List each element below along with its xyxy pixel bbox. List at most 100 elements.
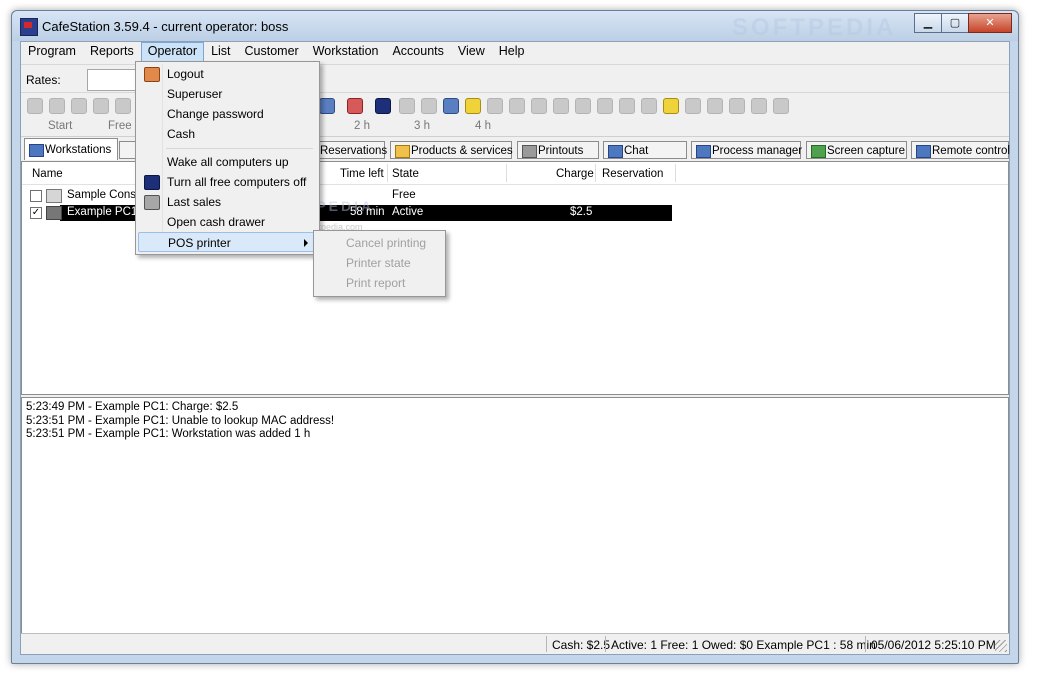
- menu-change-password[interactable]: Change password: [138, 104, 315, 124]
- clock-icon[interactable]: [71, 98, 87, 114]
- magic-wand-icon[interactable]: [663, 98, 679, 114]
- resize-grip[interactable]: [995, 640, 1007, 652]
- chart-icon[interactable]: [751, 98, 767, 114]
- search-icon[interactable]: [575, 98, 591, 114]
- log-entry: 5:23:51 PM - Example PC1: Unable to look…: [26, 414, 335, 427]
- camera-icon: [811, 145, 826, 158]
- window-icon[interactable]: [641, 98, 657, 114]
- menu-accounts[interactable]: Accounts: [385, 42, 450, 62]
- receipt-icon[interactable]: [399, 98, 415, 114]
- computer-off-icon[interactable]: [375, 98, 391, 114]
- menu-item-label: Last sales: [167, 195, 222, 209]
- tab-label: Products & services: [411, 145, 513, 157]
- user-icon[interactable]: [49, 98, 65, 114]
- column-reservation[interactable]: Reservation: [602, 168, 663, 180]
- toolbar-label-4h[interactable]: 4 h: [475, 120, 491, 132]
- toolbar-label-3h[interactable]: 3 h: [414, 120, 430, 132]
- wrench-icon[interactable]: [115, 98, 131, 114]
- pencil-icon[interactable]: [487, 98, 503, 114]
- toolbar-label-start[interactable]: Start: [48, 120, 72, 132]
- alarm-icon[interactable]: [553, 98, 569, 114]
- document-icon[interactable]: [93, 98, 109, 114]
- tab-label: Screen capture: [827, 145, 905, 157]
- minimize-button[interactable]: ▁: [914, 13, 942, 33]
- menu-turn-off-free[interactable]: Turn all free computers off: [138, 172, 315, 192]
- computer-off-icon: [144, 175, 160, 190]
- app-icon[interactable]: [20, 18, 38, 36]
- column-separator[interactable]: [506, 164, 507, 182]
- menu-cash[interactable]: Cash: [138, 124, 315, 144]
- tab-products-services[interactable]: Products & services: [390, 141, 513, 159]
- menu-pos-printer[interactable]: POS printer: [138, 232, 315, 252]
- menu-item-label: Wake all computers up: [167, 155, 289, 169]
- title-bar[interactable]: CafeStation 3.59.4 - current operator: b…: [12, 11, 1018, 41]
- tab-label: Process manager: [712, 145, 803, 157]
- refresh-icon[interactable]: [509, 98, 525, 114]
- column-charge[interactable]: Charge: [556, 168, 594, 180]
- tab-process-manager[interactable]: Process manager: [691, 141, 803, 159]
- menu-list[interactable]: List: [204, 42, 237, 62]
- tab-label: Reservations: [320, 145, 388, 157]
- folder-icon[interactable]: [465, 98, 481, 114]
- menu-customer[interactable]: Customer: [238, 42, 306, 62]
- power-icon[interactable]: [27, 98, 43, 114]
- column-separator[interactable]: [675, 164, 676, 182]
- rates-select[interactable]: [87, 69, 139, 91]
- menu-last-sales[interactable]: Last sales: [138, 192, 315, 212]
- users-icon[interactable]: [597, 98, 613, 114]
- row-checkbox[interactable]: [30, 190, 42, 202]
- calendar-icon[interactable]: [319, 98, 335, 114]
- watermark-title: SOFTPEDIA: [732, 14, 897, 41]
- menu-workstation[interactable]: Workstation: [306, 42, 386, 62]
- group-icon[interactable]: [773, 98, 789, 114]
- cubes-icon[interactable]: [347, 98, 363, 114]
- server-icon[interactable]: [729, 98, 745, 114]
- column-name[interactable]: Name: [32, 168, 63, 180]
- column-separator[interactable]: [387, 164, 388, 182]
- toolbar-label-free[interactable]: Free: [108, 120, 132, 132]
- menu-superuser[interactable]: Superuser: [138, 84, 315, 104]
- log-entry: 5:23:51 PM - Example PC1: Workstation wa…: [26, 428, 311, 440]
- menu-bar: Program Reports Operator List Customer W…: [21, 42, 1009, 63]
- chat-icon: [608, 145, 623, 158]
- computer-icon: [46, 206, 62, 220]
- log-entry: 5:23:49 PM - Example PC1: Charge: $2.5: [26, 401, 239, 413]
- cart-icon[interactable]: [421, 98, 437, 114]
- menu-open-cash-drawer[interactable]: Open cash drawer: [138, 212, 315, 232]
- column-separator[interactable]: [595, 164, 596, 182]
- printer-icon[interactable]: [707, 98, 723, 114]
- submenu-printer-state[interactable]: Printer state: [346, 256, 411, 270]
- close-button[interactable]: ✕: [968, 13, 1012, 33]
- menu-program[interactable]: Program: [21, 42, 83, 62]
- menu-item-label: Change password: [167, 107, 264, 121]
- basket-icon[interactable]: [531, 98, 547, 114]
- maximize-button[interactable]: ▢: [941, 13, 969, 33]
- menu-reports[interactable]: Reports: [83, 42, 141, 62]
- printer-icon: [522, 145, 537, 158]
- tab-screen-capture[interactable]: Screen capture: [806, 141, 907, 159]
- column-time-left[interactable]: Time left: [340, 168, 384, 180]
- column-state[interactable]: State: [392, 168, 419, 180]
- tab-printouts[interactable]: Printouts: [517, 141, 599, 159]
- menu-wake-all[interactable]: Wake all computers up: [138, 152, 315, 172]
- console-icon: [46, 189, 62, 203]
- menu-logout[interactable]: Logout: [138, 64, 315, 84]
- tab-remote-control[interactable]: Remote control: [911, 141, 1010, 159]
- menu-help[interactable]: Help: [492, 42, 532, 62]
- tab-reservations[interactable]: Reservations: [311, 141, 388, 159]
- mail-icon[interactable]: [443, 98, 459, 114]
- menu-view[interactable]: View: [451, 42, 492, 62]
- monitor-icon[interactable]: [685, 98, 701, 114]
- tab-label: Remote control: [932, 145, 1010, 157]
- menu-operator[interactable]: Operator: [140, 42, 205, 63]
- submenu-print-report[interactable]: Print report: [346, 276, 405, 290]
- event-log[interactable]: 5:23:49 PM - Example PC1: Charge: $2.5 5…: [21, 397, 1009, 637]
- toolbar-label-2h[interactable]: 2 h: [354, 120, 370, 132]
- submenu-cancel-printing[interactable]: Cancel printing: [346, 236, 426, 250]
- tab-chat[interactable]: Chat: [603, 141, 687, 159]
- tab-workstations[interactable]: Workstations: [24, 138, 118, 160]
- products-icon: [395, 145, 410, 158]
- status-datetime: 05/06/2012 5:25:10 PM: [865, 636, 1001, 652]
- row-checkbox[interactable]: ✓: [30, 207, 42, 219]
- report-icon[interactable]: [619, 98, 635, 114]
